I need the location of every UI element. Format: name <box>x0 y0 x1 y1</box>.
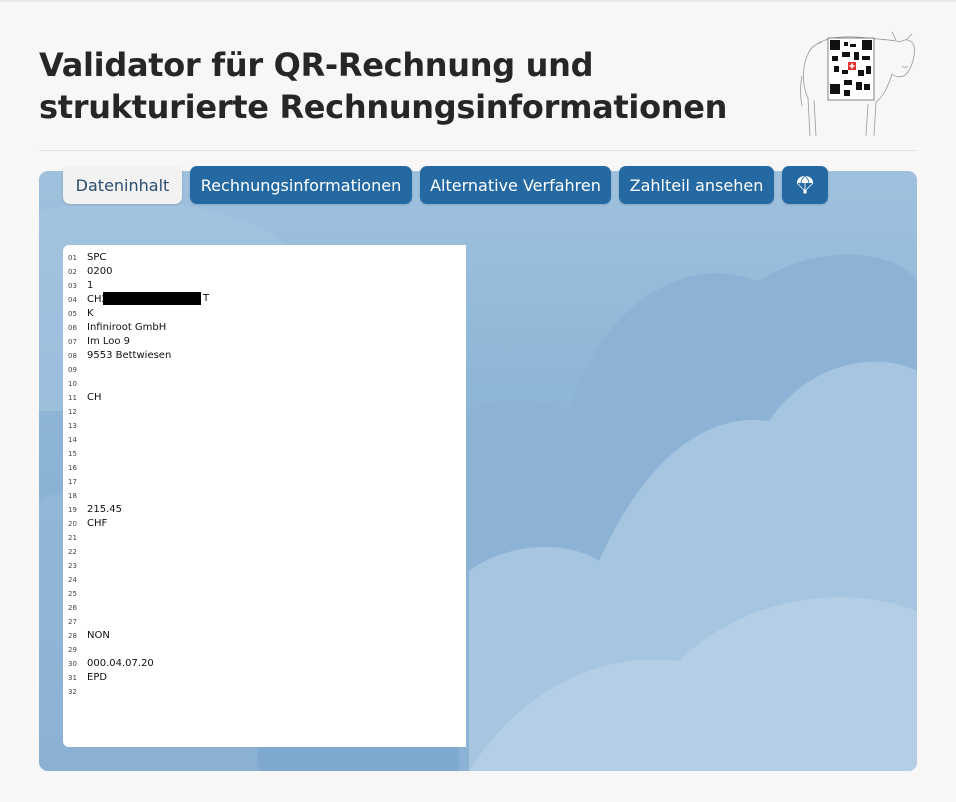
line-number: 01 <box>68 254 77 262</box>
data-line: 11 CH <box>63 391 463 405</box>
line-number: 08 <box>68 352 77 360</box>
line-number: 14 <box>68 436 77 444</box>
line-value: 000.04.07.20 <box>87 658 154 669</box>
parachute-icon <box>796 175 814 194</box>
data-line: 06 Infiniroot GmbH <box>63 321 463 335</box>
line-number: 07 <box>68 338 77 346</box>
tab-dateninhalt-label: Dateninhalt <box>75 175 170 195</box>
data-line: 08 9553 Bettwiesen <box>63 349 463 363</box>
data-line: 10 <box>63 377 463 391</box>
data-line: 26 <box>63 601 463 615</box>
data-line: 30 000.04.07.20 <box>63 657 463 671</box>
line-number: 19 <box>68 506 77 514</box>
data-line: 21 <box>63 531 463 545</box>
data-line: 23 <box>63 559 463 573</box>
page-title: Validator für QR-Rechnung und strukturie… <box>39 44 759 128</box>
line-value: Infiniroot GmbH <box>87 322 167 333</box>
line-number: 12 <box>68 408 77 416</box>
data-line: 14 <box>63 433 463 447</box>
data-line: 20 CHF <box>63 517 463 531</box>
data-line: 05 K <box>63 307 463 321</box>
line-number: 26 <box>68 604 77 612</box>
line-number: 05 <box>68 310 77 318</box>
line-number: 02 <box>68 268 77 276</box>
data-line: 31 EPD <box>63 671 463 685</box>
data-line: 27 <box>63 615 463 629</box>
qr-data-content: 01 SPC 02 0200 03 1 04 CH2 05 K 06 Infiniroot GmbH 0… <box>63 245 466 747</box>
data-line: 09 <box>63 363 463 377</box>
header-divider <box>39 150 917 151</box>
data-line: 12 <box>63 405 463 419</box>
line-value: 0200 <box>87 266 113 277</box>
tab-dateninhalt[interactable]: Dateninhalt <box>63 166 182 204</box>
line-number: 22 <box>68 548 77 556</box>
top-border <box>0 0 956 2</box>
line-number: 27 <box>68 618 77 626</box>
data-line: 02 0200 <box>63 265 463 279</box>
redaction-bar <box>103 292 201 305</box>
cow-with-qr-code-logo <box>800 31 915 137</box>
page-title-line-1: Validator für QR-Rechnung und <box>39 46 594 84</box>
data-line: 15 <box>63 447 463 461</box>
line-number: 21 <box>68 534 77 542</box>
line-number: 03 <box>68 282 77 290</box>
line-number: 29 <box>68 646 77 654</box>
line-number: 17 <box>68 478 77 486</box>
line-number: 20 <box>68 520 77 528</box>
data-line: 22 <box>63 545 463 559</box>
line-number: 10 <box>68 380 77 388</box>
data-line: 18 <box>63 489 463 503</box>
data-line: 13 <box>63 419 463 433</box>
line-number: 28 <box>68 632 77 640</box>
line-value: K <box>87 308 94 319</box>
tab-alternative-verfahren[interactable]: Alternative Verfahren <box>420 166 611 204</box>
data-line: 01 SPC <box>63 251 463 265</box>
tab-zahlteil-ansehen-label: Zahlteil ansehen <box>629 175 764 195</box>
data-line: 29 <box>63 643 463 657</box>
line-number: 06 <box>68 324 77 332</box>
line-number: 13 <box>68 422 77 430</box>
data-line: 25 <box>63 587 463 601</box>
line-number: 24 <box>68 576 77 584</box>
data-line: 07 Im Loo 9 <box>63 335 463 349</box>
page-title-line-2: strukturierte Rechnungsinformationen <box>39 88 728 126</box>
tab-zahlteil-ansehen[interactable]: Zahlteil ansehen <box>619 166 774 204</box>
line-number: 23 <box>68 562 77 570</box>
line-number: 32 <box>68 688 77 696</box>
iban-suffix: T <box>203 293 210 304</box>
line-number: 04 <box>68 296 77 304</box>
line-value: EPD <box>87 672 108 683</box>
line-number: 30 <box>68 660 77 668</box>
data-line: 24 <box>63 573 463 587</box>
line-value: SPC <box>87 252 107 263</box>
line-value: 1 <box>87 280 94 291</box>
line-number: 18 <box>68 492 77 500</box>
data-line: 17 <box>63 475 463 489</box>
line-value: CH <box>87 392 102 403</box>
tab-alternative-verfahren-label: Alternative Verfahren <box>430 175 601 195</box>
line-value: CHF <box>87 518 108 529</box>
line-value: 215.45 <box>87 504 122 515</box>
data-line: 03 1 <box>63 279 463 293</box>
tab-rechnungsinformationen[interactable]: Rechnungsinformationen <box>190 166 412 204</box>
data-line: 32 <box>63 685 463 699</box>
line-value: Im Loo 9 <box>87 336 131 347</box>
line-number: 11 <box>68 394 77 402</box>
data-line: 16 <box>63 461 463 475</box>
line-number: 09 <box>68 366 77 374</box>
line-number: 25 <box>68 590 77 598</box>
line-value: 9553 Bettwiesen <box>87 350 172 361</box>
line-value: NON <box>87 630 110 641</box>
data-line: 28 NON <box>63 629 463 643</box>
line-number: 15 <box>68 450 77 458</box>
line-number: 31 <box>68 674 77 682</box>
data-line: 19 215.45 <box>63 503 463 517</box>
tab-parachute[interactable] <box>782 166 828 204</box>
tab-rechnungsinformationen-label: Rechnungsinformationen <box>200 175 402 195</box>
line-number: 16 <box>68 464 77 472</box>
